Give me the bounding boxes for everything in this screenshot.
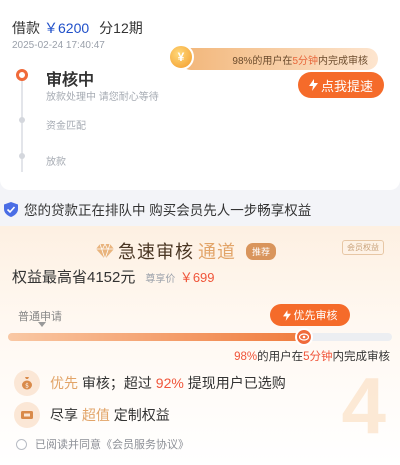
price-group: 尊享价 ￥699 <box>145 267 214 287</box>
savings-row: 权益最高省4152元 尊享价 ￥699 <box>12 266 215 287</box>
stat-mid: 的用户在 <box>257 351 304 363</box>
membership-title-row: 急速审核 通道 推荐 <box>96 238 277 264</box>
priority-review-bubble: 优先审核 <box>270 304 350 326</box>
membership-title-accent: 通道 <box>198 242 236 262</box>
loan-time: 2025-02-24 17:40:47 <box>12 40 105 51</box>
benefit-value: 尽享 超值 定制权益 <box>14 402 170 428</box>
speed-tip-post: 内完成审核 <box>318 55 368 67</box>
eye-icon <box>294 328 313 346</box>
benefit-value-text: 尽享 超值 定制权益 <box>50 405 170 425</box>
loan-term: 分12期 <box>99 20 143 36</box>
benefit-priority-mid: 审核；超过 <box>78 375 156 391</box>
svg-text:$: $ <box>25 383 29 390</box>
decorative-number: 4 <box>341 361 387 450</box>
priority-review-label: 优先审核 <box>293 310 338 322</box>
benefit-value-lead: 尽享 <box>50 407 82 423</box>
speed-tip-highlight: 5分钟 <box>292 55 318 67</box>
step-reviewing-title: 审核中 <box>46 72 95 89</box>
timeline-dot <box>19 117 25 123</box>
shield-icon <box>4 201 18 217</box>
benefit-priority-percent: 92% <box>155 375 184 391</box>
coin-icon: ¥ <box>168 44 194 70</box>
queue-notice-text: 您的贷款正在排队中 购买会员先人一步畅享权益 <box>24 203 312 218</box>
agreement-row[interactable]: 已阅读并同意《会员服务协议》 <box>16 436 189 452</box>
membership-panel: 急速审核 通道 推荐 会员权益 权益最高省4152元 尊享价 ￥699 普通申请 … <box>0 226 400 465</box>
membership-tag: 会员权益 <box>342 240 384 255</box>
timeline-dot <box>19 153 25 159</box>
speed-up-button[interactable]: 点我提速 <box>298 72 384 98</box>
diamond-icon <box>96 243 114 259</box>
benefit-priority-tail: 提现用户已选购 <box>183 375 286 391</box>
benefit-priority-word: 优先 <box>50 375 78 391</box>
benefit-priority-text: 优先 审核；超过 92% 提现用户已选购 <box>50 373 286 393</box>
review-progress-track <box>8 328 392 346</box>
caret-down-icon <box>38 322 46 327</box>
recommend-badge: 推荐 <box>246 242 277 260</box>
step-disbursement: 放款 <box>46 157 66 168</box>
agreement-radio[interactable] <box>16 438 27 450</box>
loan-amount: ￥6200 <box>44 20 90 36</box>
step-fund-matching: 资金匹配 <box>46 121 86 132</box>
savings-text: 权益最高省4152元 <box>12 269 136 286</box>
agreement-text[interactable]: 已阅读并同意《会员服务协议》 <box>35 436 189 452</box>
lightning-icon <box>308 79 318 91</box>
loan-status-card: 借款 ￥6200 分12期 2025-02-24 17:40:47 98%的用户… <box>0 0 400 190</box>
money-bag-icon: $ <box>14 370 40 396</box>
membership-title: 急速审核 <box>118 242 194 262</box>
benefit-value-tail: 定制权益 <box>109 407 170 423</box>
queue-notice: 您的贷款正在排队中 购买会员先人一步畅享权益 <box>4 199 311 219</box>
speed-up-label: 点我提速 <box>320 78 373 94</box>
review-progress-fill <box>8 333 304 341</box>
speed-tip-pre: 98%的用户在 <box>232 55 293 67</box>
stat-percent: 98% <box>234 351 258 363</box>
price-label: 尊享价 <box>145 274 176 285</box>
loan-label: 借款 <box>12 20 40 36</box>
step-reviewing-desc: 放款处理中 请您耐心等待 <box>46 92 159 103</box>
timeline-dot-active <box>16 69 28 81</box>
speed-tip-banner: 98%的用户在 5分钟 内完成审核 <box>180 48 378 70</box>
price-value: ￥699 <box>179 270 215 285</box>
benefit-value-word: 超值 <box>81 407 110 423</box>
loan-summary: 借款 ￥6200 分12期 <box>12 18 143 38</box>
lightning-icon <box>282 309 291 321</box>
ticket-icon <box>14 402 40 428</box>
benefit-priority: $ 优先 审核；超过 92% 提现用户已选购 <box>14 370 286 396</box>
stat-highlight: 5分钟 <box>303 351 333 363</box>
